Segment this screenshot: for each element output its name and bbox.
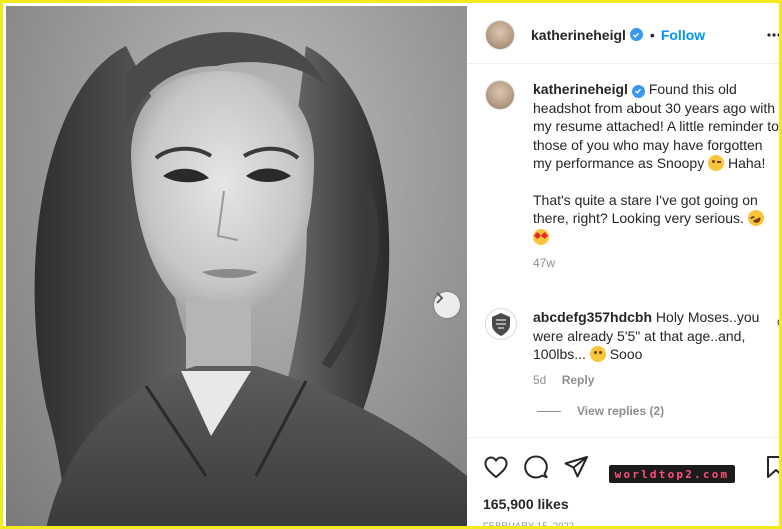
more-options-icon[interactable] xyxy=(766,28,782,42)
likes-count[interactable]: 165,900 likes xyxy=(483,496,569,512)
caption-timestamp[interactable]: 47w xyxy=(533,256,779,270)
next-photo-button[interactable] xyxy=(434,292,460,318)
header-separator: • xyxy=(649,26,655,43)
author-username[interactable]: katherineheigl xyxy=(531,27,626,43)
view-replies-divider xyxy=(537,410,561,412)
crest-icon xyxy=(492,313,510,336)
post-caption: katherineheigl Found this old headshot f… xyxy=(485,80,779,270)
bookmark-icon[interactable] xyxy=(763,454,782,480)
verified-badge-icon xyxy=(631,84,645,98)
follow-button[interactable]: Follow xyxy=(661,27,705,43)
rofl-emoji-icon xyxy=(745,207,767,229)
view-replies-button[interactable]: View replies (2) xyxy=(537,404,664,418)
star-struck-emoji-icon xyxy=(533,228,549,245)
caption-avatar[interactable] xyxy=(485,80,515,110)
comment-item: abcdefg357hdcbh Holy Moses..you were alr… xyxy=(485,308,782,387)
winking-face-emoji-icon xyxy=(708,155,725,171)
caption-text-second: That's quite a stare I've got going on t… xyxy=(533,191,758,227)
comment-timestamp[interactable]: 5d xyxy=(533,373,546,387)
caption-username[interactable]: katherineheigl xyxy=(533,81,628,97)
screenshot-frame: katherineheigl • Follow katherineheigl F… xyxy=(0,0,782,529)
comment-text-end: Sooo xyxy=(609,346,643,362)
watermark: worldtop2.com xyxy=(609,465,735,483)
view-replies-label: View replies (2) xyxy=(577,404,665,418)
post-header: katherineheigl • Follow xyxy=(467,6,782,64)
caption-text-end: Haha! xyxy=(727,155,766,171)
post-photo[interactable] xyxy=(6,6,467,526)
post-actions-bar: worldtop2.com 165,900 likes FEBRUARY 15,… xyxy=(467,437,782,529)
chevron-right-icon xyxy=(436,292,444,304)
author-avatar[interactable] xyxy=(485,19,515,50)
post-date: FEBRUARY 15, 2022 xyxy=(483,521,575,529)
commenter-avatar[interactable] xyxy=(485,308,517,340)
reply-button[interactable]: Reply xyxy=(562,373,595,387)
portrait-illustration xyxy=(34,32,467,526)
post-detail-panel: katherineheigl • Follow katherineheigl F… xyxy=(467,6,782,529)
verified-badge-icon xyxy=(629,28,643,41)
heart-icon[interactable] xyxy=(483,454,509,480)
thinking-face-emoji-icon xyxy=(589,346,606,362)
commenter-username[interactable]: abcdefg357hdcbh xyxy=(533,309,652,325)
comment-icon[interactable] xyxy=(523,454,549,480)
send-icon[interactable] xyxy=(563,454,589,480)
comment-like-heart-icon[interactable] xyxy=(777,318,782,330)
